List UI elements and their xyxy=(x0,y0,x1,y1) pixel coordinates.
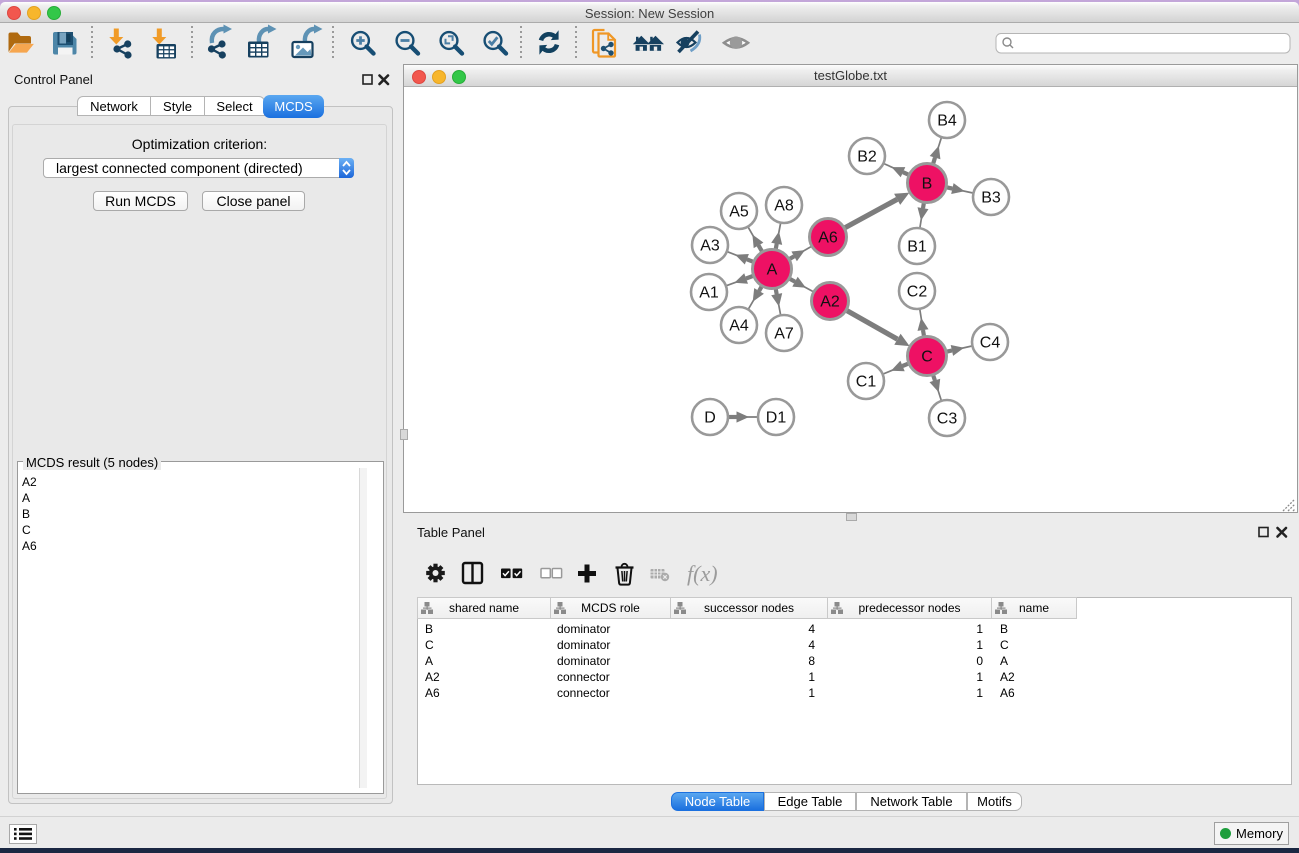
svg-text:A1: A1 xyxy=(699,285,719,302)
svg-text:B3: B3 xyxy=(981,190,1001,207)
svg-text:A3: A3 xyxy=(700,238,720,255)
svg-text:D: D xyxy=(704,410,716,427)
svg-text:A5: A5 xyxy=(729,204,749,221)
svg-text:C1: C1 xyxy=(856,374,877,391)
svg-text:C4: C4 xyxy=(980,335,1001,352)
svg-text:A2: A2 xyxy=(820,294,840,311)
svg-text:A4: A4 xyxy=(729,318,749,335)
svg-text:A6: A6 xyxy=(818,230,838,247)
svg-text:B4: B4 xyxy=(937,113,957,130)
svg-text:A8: A8 xyxy=(774,198,794,215)
svg-text:C2: C2 xyxy=(907,284,928,301)
svg-text:A: A xyxy=(767,262,778,279)
svg-text:C: C xyxy=(921,349,933,366)
svg-text:D1: D1 xyxy=(766,410,787,427)
svg-text:f(x): f(x) xyxy=(687,561,718,586)
svg-text:A7: A7 xyxy=(774,326,794,343)
svg-text:B2: B2 xyxy=(857,149,877,166)
svg-text:C3: C3 xyxy=(937,411,958,428)
svg-text:B1: B1 xyxy=(907,239,927,256)
svg-text:B: B xyxy=(922,176,933,193)
